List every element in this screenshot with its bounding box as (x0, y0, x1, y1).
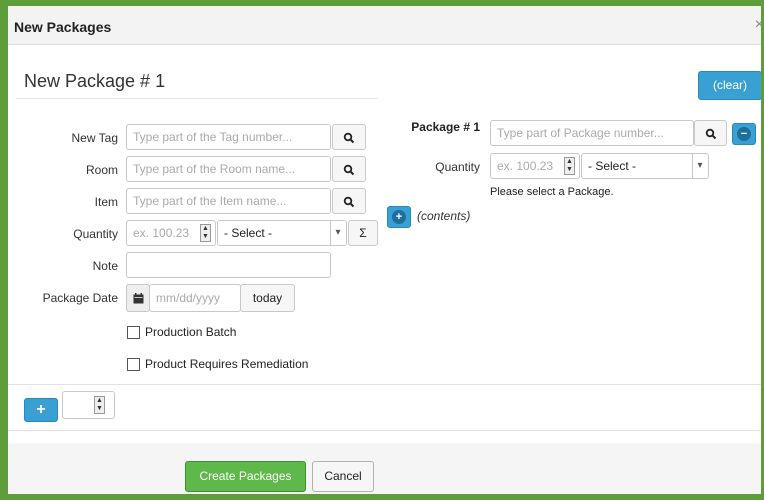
package-header-title: New Package # 1 (24, 71, 166, 91)
sum-button[interactable]: Σ (348, 220, 378, 246)
add-row-divider (8, 384, 761, 385)
quantity-label: Quantity (73, 227, 118, 241)
chevron-down-icon: ▾ (330, 221, 345, 245)
production-batch-label: Production Batch (145, 325, 237, 339)
package-count-input[interactable] (62, 391, 115, 419)
close-icon[interactable]: × (755, 16, 761, 34)
plus-circle-icon: + (392, 210, 406, 224)
production-batch-checkbox[interactable] (127, 326, 140, 339)
source-package-label: Package # 1 (411, 120, 480, 134)
modal-footer (8, 443, 761, 494)
modal-titlebar: New Packages × (8, 6, 761, 45)
minus-icon: − (737, 127, 751, 141)
modal-title: New Packages (14, 19, 112, 35)
add-contents-button[interactable]: + (387, 206, 411, 228)
package-hint: Please select a Package. (490, 186, 614, 198)
quantity-stepper[interactable]: ▲ ▼ (200, 224, 211, 242)
clear-button[interactable]: (clear) (698, 71, 761, 100)
quantity-unit-select[interactable]: - Select - (217, 220, 347, 246)
item-search-button[interactable] (332, 188, 366, 214)
new-tag-search-button[interactable] (332, 124, 366, 150)
new-tag-input[interactable]: Type part of the Tag number... (126, 124, 331, 150)
remove-package-button[interactable]: − (732, 123, 756, 145)
note-input[interactable] (126, 252, 331, 278)
source-quantity-unit-select[interactable]: - Select - (581, 153, 709, 179)
room-label: Room (85, 163, 118, 177)
item-label: Item (94, 195, 118, 209)
remediation-checkbox[interactable] (127, 358, 140, 371)
header-divider (16, 98, 378, 99)
create-packages-button[interactable]: Create Packages (185, 461, 306, 492)
source-quantity-label: Quantity (435, 160, 480, 174)
package-date-input[interactable]: mm/dd/yyyy (149, 284, 241, 312)
modal: New Packages × New Package # 1 (clear) N… (8, 6, 761, 494)
add-package-button[interactable]: + (24, 398, 58, 422)
new-tag-label: New Tag (71, 131, 118, 145)
remediation-label: Product Requires Remediation (145, 357, 309, 371)
note-label: Note (92, 259, 118, 273)
calendar-icon (133, 293, 143, 304)
cancel-button[interactable]: Cancel (312, 461, 374, 492)
today-button[interactable]: today (240, 284, 295, 312)
search-icon (343, 196, 355, 208)
footer-divider (8, 430, 761, 431)
package-date-label: Package Date (42, 291, 118, 305)
search-icon (705, 128, 716, 140)
room-input[interactable]: Type part of the Room name... (126, 156, 331, 182)
chevron-down-icon: ▾ (692, 154, 707, 178)
search-icon (343, 164, 355, 176)
source-package-search-button[interactable] (694, 120, 727, 146)
calendar-button[interactable] (126, 284, 150, 312)
search-icon (343, 132, 355, 144)
source-package-input[interactable]: Type part of Package number... (490, 120, 694, 146)
item-input[interactable]: Type part of the Item name... (126, 188, 331, 214)
source-quantity-stepper[interactable]: ▲ ▼ (564, 157, 575, 175)
room-search-button[interactable] (332, 156, 366, 182)
package-count-stepper[interactable]: ▲ ▼ (94, 396, 105, 414)
contents-label: (contents) (417, 209, 471, 223)
